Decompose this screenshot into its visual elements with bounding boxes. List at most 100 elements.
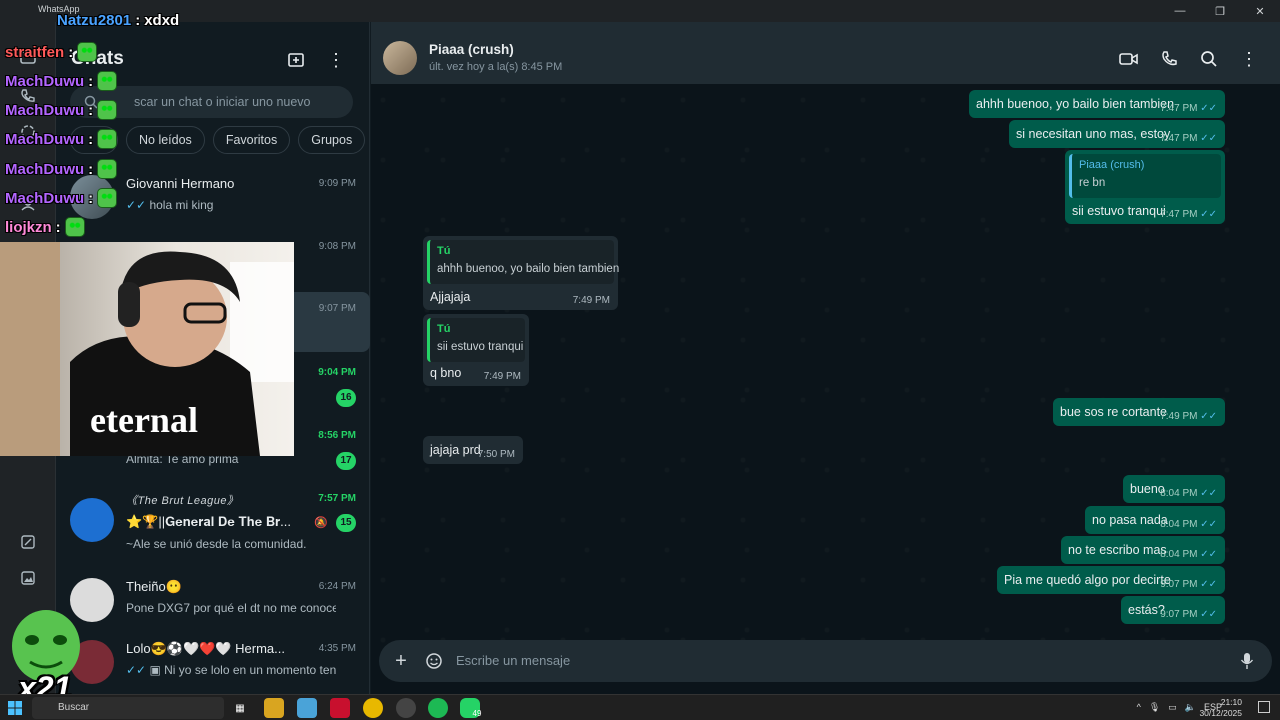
streamer-webcam-image: eternal [0, 242, 294, 456]
notepad-icon[interactable] [297, 698, 317, 718]
shirt-logo-text: eternal [90, 400, 198, 440]
message-time: 7:47 PM ✓✓ [1160, 209, 1217, 220]
chrome-icon[interactable] [363, 698, 383, 718]
quoted-text: re bn [1079, 177, 1106, 189]
tray-chevron-icon[interactable]: ^ [1137, 702, 1141, 713]
conversation-header[interactable]: Piaaa (crush) últ. vez hoy a la(s) 8:45 … [371, 22, 1280, 84]
obs-icon[interactable] [396, 698, 416, 718]
chat-item[interactable]: 《The Brut League》 ⭐🏆||𝐆𝐞𝐧𝐞𝐫𝐚𝐥 𝐃𝐞 𝐓𝐡𝐞 𝐁𝐫.… [56, 493, 370, 564]
more-options-icon[interactable]: ⋮ [1238, 48, 1260, 70]
whatsapp-badge: 49 [472, 708, 482, 718]
overlay-chat-line: liojkzn: [5, 217, 85, 237]
media-nav-icon[interactable] [18, 568, 38, 588]
message-bubble[interactable]: no pasa nada 8:04 PM ✓✓ [1085, 506, 1225, 534]
message-timestamp: 7:47 PM [1160, 133, 1198, 144]
message-bubble[interactable]: no te escribo mas 8:04 PM ✓✓ [1061, 536, 1225, 564]
quoted-message[interactable]: Piaaa (crush) re bn [1069, 154, 1221, 198]
message-timestamp: 8:04 PM [1160, 549, 1198, 560]
message-time: 7:49 PM [572, 295, 610, 306]
chat-item[interactable]: Lolo😎⚽🤍❤️🤍 Herma... 4:35 PM ✓✓ ▣ Ni yo s… [56, 632, 370, 694]
message-bubble[interactable]: ahhh buenoo, yo bailo bien tambien 7:47 … [969, 90, 1225, 118]
message-time: 7:49 PM [483, 371, 521, 382]
tray-volume-icon[interactable]: 🔈 [1185, 702, 1196, 713]
microphone-icon[interactable] [1236, 650, 1258, 672]
message-bubble-reply[interactable]: Tú ahhh buenoo, yo bailo bien tambien Aj… [423, 236, 619, 310]
tray-network-icon[interactable]: ▭ [1168, 702, 1177, 713]
overlay-user: Natzu2801 [57, 12, 132, 29]
goblin-emote-icon [97, 129, 118, 149]
taskbar-clock[interactable]: 21:10 30/12/2025 [1198, 697, 1242, 719]
file-explorer-icon[interactable] [264, 698, 284, 718]
read-check-icon: ✓✓ [1200, 133, 1217, 144]
contact-name[interactable]: Piaaa (crush) [429, 42, 514, 57]
overlay-user: liojkzn [5, 218, 52, 236]
windows-start-icon[interactable] [8, 701, 22, 715]
goblin-emote-icon [97, 188, 118, 208]
close-button[interactable]: ✕ [1240, 0, 1280, 22]
chat-time: 9:09 PM [318, 178, 356, 189]
search-icon[interactable] [1198, 48, 1220, 70]
edit-nav-icon[interactable] [18, 532, 38, 552]
attach-plus-icon[interactable]: + [390, 650, 412, 672]
message-text: no pasa nada [1092, 513, 1168, 527]
overlay-user: MachDuwu [5, 160, 85, 178]
message-timestamp: 8:04 PM [1160, 519, 1198, 530]
quoted-message[interactable]: Tú sii estuvo tranqui [427, 318, 525, 362]
notification-icon[interactable] [1258, 701, 1270, 713]
quoted-author: Tú [437, 323, 451, 335]
read-check-icon: ✓✓ [1200, 549, 1217, 560]
unread-badge: 17 [336, 452, 356, 470]
maximize-button[interactable]: ❐ [1200, 0, 1240, 22]
riot-icon[interactable] [330, 698, 350, 718]
message-bubble-reply[interactable]: Piaaa (crush) re bn sii estuvo tranqui 7… [1065, 150, 1225, 224]
goblin-emote-icon [97, 71, 118, 91]
task-view-icon[interactable]: ▦ [230, 698, 250, 718]
message-time: 8:04 PM ✓✓ [1160, 519, 1217, 530]
message-input[interactable]: Escribe un mensaje [456, 653, 570, 668]
emoji-sticker-icon[interactable] [423, 650, 445, 672]
message-time: 7:49 PM ✓✓ [1160, 411, 1217, 422]
message-bubble[interactable]: Pia me quedó algo por decirte 9:07 PM ✓✓ [997, 566, 1225, 594]
chat-item[interactable]: Theiño😶 6:24 PM Pone DXG7 por qué el dt … [56, 570, 370, 632]
voice-call-icon[interactable] [1158, 48, 1180, 70]
menu-icon[interactable]: ⋮ [324, 48, 348, 72]
quoted-message[interactable]: Tú ahhh buenoo, yo bailo bien tambien [427, 240, 619, 284]
minimize-button[interactable]: — [1160, 0, 1200, 22]
contact-avatar[interactable] [383, 41, 417, 75]
message-timestamp: 9:07 PM [1160, 579, 1198, 590]
whatsapp-taskbar-icon[interactable]: 49 [460, 698, 482, 718]
message-bubble-reply[interactable]: Tú sii estuvo tranqui q bno 7:49 PM [423, 314, 529, 386]
message-time: 8:04 PM ✓✓ [1160, 488, 1217, 499]
taskbar-search[interactable]: Buscar [32, 697, 224, 719]
goblin-emote-icon [97, 159, 118, 179]
read-check-icon: ✓✓ [126, 663, 147, 677]
quoted-author: Piaaa (crush) [1079, 159, 1145, 171]
message-time: 7:47 PM ✓✓ [1160, 103, 1217, 114]
goblin-emote-icon [64, 217, 85, 237]
last-seen: últ. vez hoy a la(s) 8:45 PM [429, 61, 563, 73]
overlay-chat-line: straitfen: [5, 42, 98, 62]
message-text: no te escribo mas [1068, 543, 1167, 557]
message-text: bue sos re cortante [1060, 405, 1168, 419]
read-check-icon: ✓✓ [1200, 488, 1217, 499]
video-call-icon[interactable] [1118, 48, 1140, 70]
message-text: Ajjajaja [430, 290, 471, 304]
tray-mic-icon[interactable]: 🎙 [1149, 702, 1160, 713]
message-time: 9:07 PM ✓✓ [1160, 609, 1217, 620]
overlay-user: MachDuwu [5, 130, 85, 148]
overlay-chat-line: MachDuwu: [5, 159, 118, 179]
message-bubble[interactable]: bue sos re cortante 7:49 PM ✓✓ [1053, 398, 1225, 426]
message-composer[interactable]: + Escribe un mensaje [379, 640, 1272, 682]
message-bubble[interactable]: estás? 9:07 PM ✓✓ [1121, 596, 1225, 624]
message-bubble[interactable]: jajaja prd 7:50 PM [423, 436, 523, 464]
clock-time: 21:10 [1220, 697, 1242, 707]
filter-groups[interactable]: Grupos [298, 126, 366, 154]
message-bubble[interactable]: si necesitan uno mas, estoy 7:47 PM ✓✓ [1009, 120, 1225, 148]
goblin-emote-counter: x21 [4, 606, 88, 706]
message-text: sii estuvo tranqui [1072, 204, 1166, 218]
spotify-icon[interactable] [428, 698, 448, 718]
overlay-user: MachDuwu [5, 101, 85, 119]
quoted-text: ahhh buenoo, yo bailo bien tambien [437, 263, 620, 275]
message-bubble[interactable]: bueno 8:04 PM ✓✓ [1123, 475, 1225, 503]
quoted-author: Tú [437, 245, 451, 257]
